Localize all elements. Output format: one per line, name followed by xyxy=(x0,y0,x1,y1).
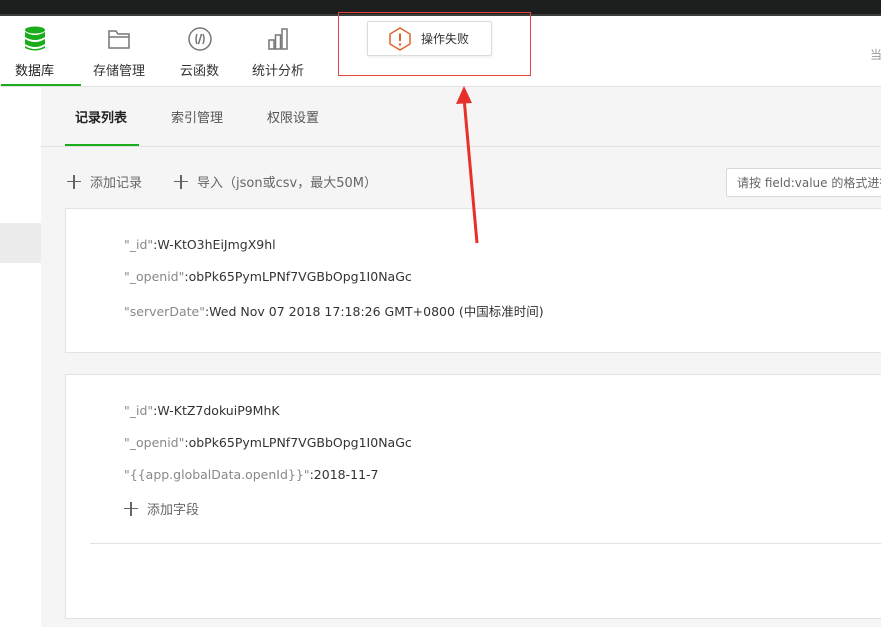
add-field-button[interactable]: 添加字段 xyxy=(124,499,199,518)
field-value: :obPk65PymLPNf7VGBbOpg1I0NaGc xyxy=(184,269,412,284)
database-icon xyxy=(21,25,49,53)
record-card: "_id":W-KtO3hEiJmgX9hl "_openid":obPk65P… xyxy=(65,208,881,353)
toolbar-storage[interactable]: 存储管理 xyxy=(93,16,145,87)
record-card: "_id":W-KtZ7dokuiP9MhK "_openid":obPk65P… xyxy=(65,374,881,619)
toolbar-cloud-functions[interactable]: 云函数 xyxy=(180,16,219,87)
tab-permission-settings[interactable]: 权限设置 xyxy=(267,107,319,126)
warning-icon xyxy=(388,26,412,51)
field-key: "_id" xyxy=(124,237,154,252)
field-key: "_openid" xyxy=(124,269,185,284)
add-record-label: 添加记录 xyxy=(90,176,143,191)
card-divider xyxy=(90,543,881,544)
tab-record-list[interactable]: 记录列表 xyxy=(75,107,127,126)
add-field-label: 添加字段 xyxy=(147,503,200,518)
plus-icon xyxy=(67,174,81,189)
search-input[interactable] xyxy=(726,168,881,197)
record-field[interactable]: "_openid":obPk65PymLPNf7VGBbOpg1I0NaGc xyxy=(124,269,412,284)
field-value: :2018-11-7 xyxy=(309,467,379,482)
import-button[interactable]: 导入（json或csv，最大50M） xyxy=(174,172,377,191)
toolbar-label: 数据库 xyxy=(15,64,55,79)
field-value: :W-KtZ7dokuiP9MhK xyxy=(153,403,280,418)
sidebar-selected-item[interactable] xyxy=(0,223,41,263)
add-record-button[interactable]: 添加记录 xyxy=(67,172,142,191)
field-key: "serverDate" xyxy=(124,304,205,319)
field-value: :W-KtO3hEiJmgX9hl xyxy=(153,237,276,252)
tab-index-management[interactable]: 索引管理 xyxy=(171,107,223,126)
record-field[interactable]: "_id":W-KtO3hEiJmgX9hl xyxy=(124,237,276,252)
toolbar-label: 云函数 xyxy=(180,64,220,79)
left-sidebar xyxy=(0,87,41,627)
field-value: :Wed Nov 07 2018 17:18:26 GMT+0800 (中国标准… xyxy=(204,304,544,319)
plus-icon xyxy=(174,174,188,189)
plus-icon xyxy=(124,501,138,516)
toast-message: 操作失败 xyxy=(421,32,470,46)
record-field[interactable]: "serverDate":Wed Nov 07 2018 17:18:26 GM… xyxy=(124,301,544,320)
tabs-bar: 记录列表 索引管理 权限设置 xyxy=(41,87,881,147)
toolbar-statistics[interactable]: 统计分析 xyxy=(252,16,304,87)
record-field[interactable]: "{{app.globalData.openId}}":2018-11-7 xyxy=(124,467,378,482)
active-tab-indicator xyxy=(65,144,139,146)
field-key: "_id" xyxy=(124,403,154,418)
cloud-function-icon xyxy=(186,25,214,53)
toolbar-label: 存储管理 xyxy=(93,64,146,79)
field-key: "_openid" xyxy=(124,435,185,450)
record-field[interactable]: "_openid":obPk65PymLPNf7VGBbOpg1I0NaGc xyxy=(124,435,412,450)
cloud-dev-console: 数据库 存储管理 云函数 统计分析 当 操作失败 记录列表 索引管理 权限设置 … xyxy=(0,0,881,627)
record-field[interactable]: "_id":W-KtZ7dokuiP9MhK xyxy=(124,403,280,418)
toolbar-right-text: 当 xyxy=(870,48,881,62)
field-key: "{{app.globalData.openId}}" xyxy=(124,467,310,482)
bar-chart-icon xyxy=(264,25,292,53)
toolbar-active-indicator xyxy=(1,84,81,86)
toolbar-label: 统计分析 xyxy=(252,64,305,79)
toolbar-database[interactable]: 数据库 xyxy=(15,16,54,87)
import-label: 导入（json或csv，最大50M） xyxy=(197,176,377,191)
error-toast: 操作失败 xyxy=(367,21,492,56)
field-value: :obPk65PymLPNf7VGBbOpg1I0NaGc xyxy=(184,435,412,450)
folder-icon xyxy=(105,25,133,53)
